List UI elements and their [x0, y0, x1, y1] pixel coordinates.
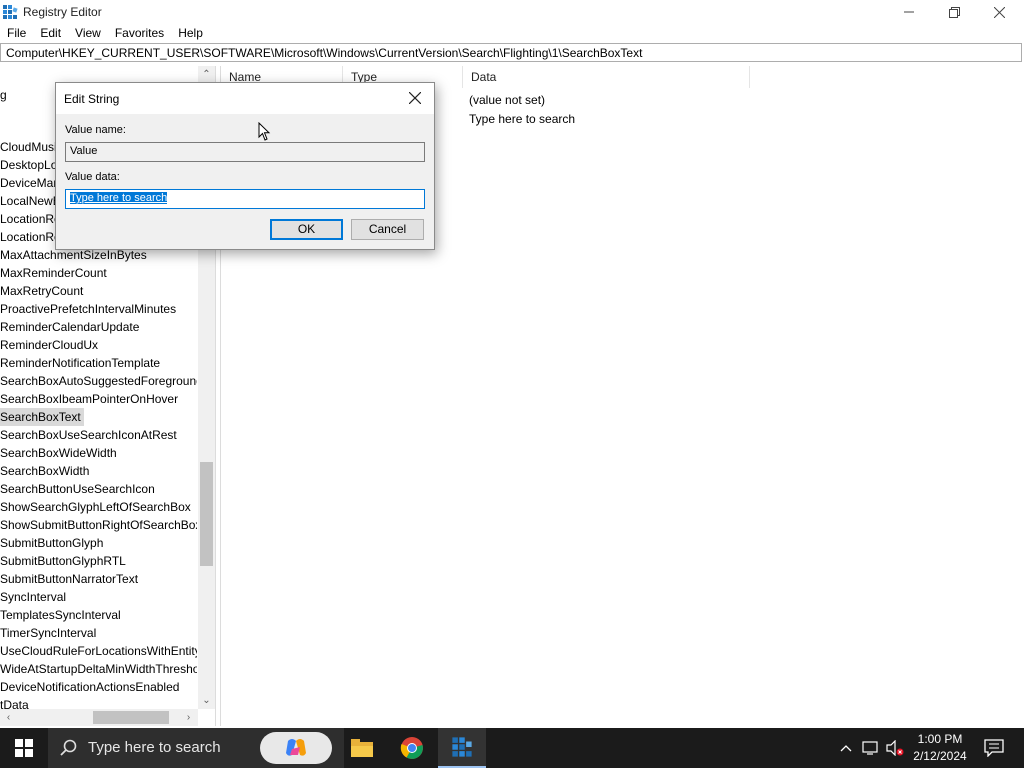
tree-item[interactable]: SubmitButtonNarratorText: [0, 570, 138, 588]
ok-button[interactable]: OK: [270, 219, 343, 240]
tree-item[interactable]: SearchBoxAutoSuggestedForegroundC: [0, 372, 197, 390]
tree-item[interactable]: SubmitButtonGlyph: [0, 534, 103, 552]
tree-item[interactable]: TimerSyncInterval: [0, 624, 96, 642]
tree-item[interactable]: ShowSubmitButtonRightOfSearchBox: [0, 516, 197, 534]
tree-item[interactable]: DeviceMan: [0, 174, 60, 192]
tree-item[interactable]: SubmitButtonGlyphRTL: [0, 552, 126, 570]
close-button[interactable]: [976, 0, 1022, 24]
tree-item[interactable]: SearchButtonUseSearchIcon: [0, 480, 155, 498]
dialog-close-button[interactable]: [404, 87, 426, 109]
tree-item[interactable]: MaxReminderCount: [0, 264, 107, 282]
address-bar[interactable]: Computer\HKEY_CURRENT_USER\SOFTWARE\Micr…: [0, 43, 1022, 62]
tree-item[interactable]: LocalNewB: [0, 192, 61, 210]
menu-favorites[interactable]: Favorites: [108, 24, 171, 43]
network-tray-button[interactable]: [860, 728, 882, 768]
copilot-button[interactable]: [260, 732, 332, 764]
notifications-button[interactable]: [980, 728, 1008, 768]
tree-item[interactable]: ReminderNotificationTemplate: [0, 354, 160, 372]
scroll-left-icon[interactable]: ‹: [0, 709, 17, 726]
minimize-icon: [904, 11, 914, 13]
clock-date: 2/12/2024: [913, 749, 967, 763]
tree-item[interactable]: CloudMusi: [0, 138, 57, 156]
value-row-value-data[interactable]: Type here to search: [469, 112, 575, 126]
tree-horizontal-scrollbar[interactable]: ‹ ›: [0, 709, 198, 726]
tree-item[interactable]: DesktopLoc: [0, 156, 63, 174]
cancel-button[interactable]: Cancel: [351, 219, 424, 240]
value-name-field[interactable]: Value: [65, 142, 425, 162]
start-button[interactable]: [0, 728, 48, 768]
clock-time: 1:00 PM: [917, 732, 963, 746]
tree-item[interactable]: DeviceNotificationActionsEnabled: [0, 678, 179, 696]
registry-editor-taskbar-button[interactable]: [438, 728, 486, 768]
menu-bar: File Edit View Favorites Help: [0, 24, 1024, 43]
taskbar: Type here to search 1:00 PM 2/12/2024: [0, 728, 1024, 768]
file-explorer-taskbar-button[interactable]: [338, 728, 386, 768]
close-icon: [993, 6, 1005, 18]
tree-item[interactable]: TemplatesSyncInterval: [0, 606, 121, 624]
tree-item[interactable]: SearchBoxWideWidth: [0, 444, 117, 462]
registry-editor-icon: [452, 737, 472, 757]
value-data-label: Value data:: [65, 171, 120, 183]
tree-item[interactable]: WideAtStartupDeltaMinWidthThreshol: [0, 660, 197, 678]
taskbar-search-box[interactable]: Type here to search: [48, 728, 344, 768]
tree-item[interactable]: SearchBoxIbeamPointerOnHover: [0, 390, 178, 408]
chrome-icon: [400, 737, 423, 759]
tree-item[interactable]: MaxRetryCount: [0, 282, 83, 300]
show-hidden-icons-button[interactable]: [836, 728, 856, 768]
menu-file[interactable]: File: [0, 24, 33, 43]
tree-horizontal-scroll-thumb[interactable]: [93, 711, 169, 724]
notification-icon: [984, 739, 1004, 757]
tree-item[interactable]: SyncInterval: [0, 588, 66, 606]
tree-item[interactable]: ShowSearchGlyphLeftOfSearchBox: [0, 498, 191, 516]
value-name-label: Value name:: [65, 124, 126, 136]
column-header-data[interactable]: Data: [463, 66, 750, 88]
value-row-default-data[interactable]: (value not set): [469, 93, 545, 107]
tree-item[interactable]: ProactivePrefetchIntervalMinutes: [0, 300, 176, 318]
tree-item[interactable]: ReminderCloudUx: [0, 336, 98, 354]
mouse-pointer-icon: [258, 122, 271, 141]
chevron-up-icon: [840, 745, 852, 752]
tree-item[interactable]: tData: [0, 696, 29, 709]
dialog-title: Edit String: [64, 92, 120, 106]
dialog-title-bar: Edit String: [56, 83, 434, 114]
tree-item[interactable]: LocationRe: [0, 228, 61, 246]
windows-logo-icon: [15, 739, 33, 757]
chrome-taskbar-button[interactable]: [388, 728, 436, 768]
tree-item[interactable]: SearchBoxUseSearchIconAtRest: [0, 426, 177, 444]
taskbar-search-placeholder: Type here to search: [88, 739, 221, 756]
tree-item-selected[interactable]: SearchBoxText: [0, 408, 84, 426]
scroll-right-icon[interactable]: ›: [180, 709, 197, 726]
title-bar: Registry Editor: [0, 0, 1024, 24]
folder-icon: [351, 739, 373, 757]
scroll-down-icon[interactable]: ⌄: [198, 692, 215, 709]
tree-vertical-scroll-thumb[interactable]: [200, 462, 213, 566]
value-data-field[interactable]: Type here to search: [65, 189, 425, 209]
search-icon: [60, 739, 77, 756]
scroll-up-icon[interactable]: ⌃: [198, 66, 215, 83]
close-icon: [408, 91, 422, 105]
menu-edit[interactable]: Edit: [33, 24, 68, 43]
tree-item[interactable]: UseCloudRuleForLocationsWithEntityI: [0, 642, 197, 660]
tree-item[interactable]: ReminderCalendarUpdate: [0, 318, 139, 336]
edit-string-dialog: Edit String Value name: Value Value data…: [55, 82, 435, 250]
tree-item[interactable]: LocationRe: [0, 210, 61, 228]
menu-help[interactable]: Help: [171, 24, 210, 43]
restore-button[interactable]: [931, 0, 977, 24]
network-icon: [862, 741, 878, 755]
menu-view[interactable]: View: [68, 24, 108, 43]
window-title: Registry Editor: [23, 5, 102, 19]
tree-item[interactable]: SearchBoxWidth: [0, 462, 89, 480]
value-data-selected-text: Type here to search: [70, 192, 168, 204]
copilot-icon: [286, 739, 306, 756]
registry-editor-icon: [3, 5, 18, 19]
restore-icon: [948, 6, 960, 18]
taskbar-clock[interactable]: 1:00 PM 2/12/2024: [898, 731, 982, 765]
minimize-button[interactable]: [886, 0, 932, 24]
tree-item[interactable]: g: [0, 86, 7, 104]
